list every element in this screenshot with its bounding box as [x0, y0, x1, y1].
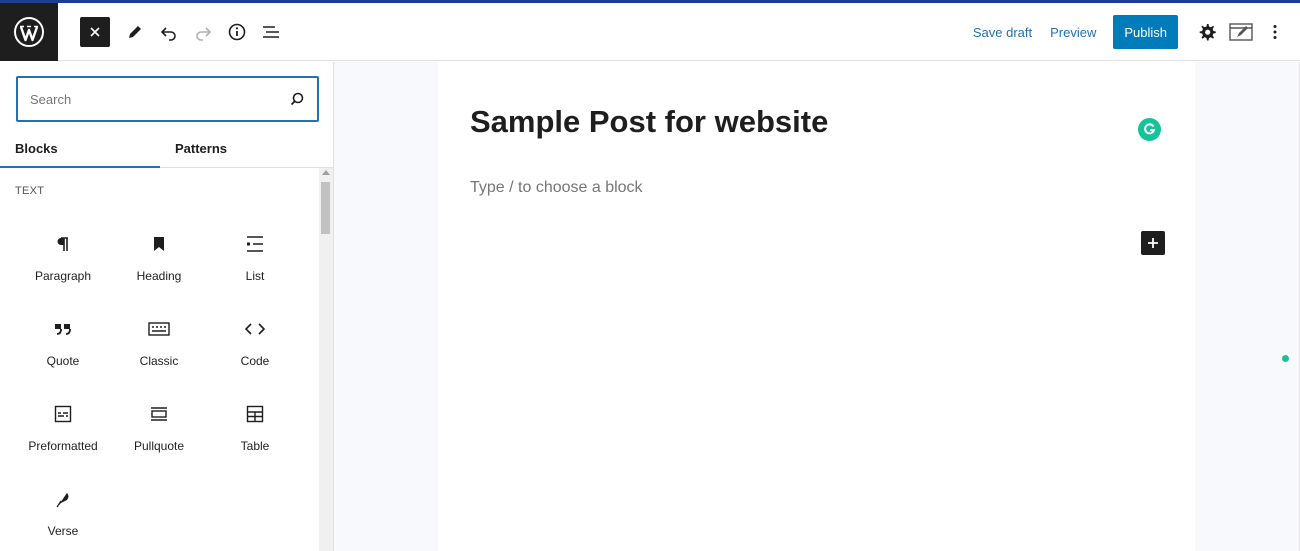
table-icon [243, 402, 267, 426]
add-block-button[interactable] [1141, 231, 1165, 255]
block-label: Preformatted [28, 439, 98, 453]
plus-icon [1148, 238, 1158, 248]
block-label: Verse [47, 524, 79, 538]
tab-blocks[interactable]: Blocks [0, 130, 160, 168]
block-classic[interactable]: Classic [111, 309, 207, 379]
settings-button[interactable] [1190, 15, 1224, 49]
search-icon [290, 92, 304, 106]
code-icon [243, 317, 267, 341]
keyboard-icon [147, 317, 171, 341]
editor-header: Save draft Preview Publish [0, 2, 1300, 61]
info-icon [228, 23, 246, 40]
more-vertical-icon [1273, 25, 1277, 39]
block-heading[interactable]: Heading [111, 224, 207, 294]
preview-button[interactable]: Preview [1041, 25, 1105, 40]
redo-icon [196, 26, 212, 41]
block-pullquote[interactable]: Pullquote [111, 394, 207, 464]
redo-button[interactable] [186, 15, 220, 49]
inserter-tabs: Blocks Patterns [0, 130, 333, 168]
publishpress-button[interactable] [1224, 15, 1258, 49]
scroll-up-arrow-icon[interactable] [322, 170, 330, 175]
block-preformatted[interactable]: Preformatted [15, 394, 111, 464]
block-paragraph[interactable]: Paragraph [15, 224, 111, 294]
options-button[interactable] [1258, 15, 1292, 49]
header-settings: Save draft Preview Publish [964, 3, 1300, 61]
block-label: Quote [46, 354, 80, 368]
list-icon [243, 232, 267, 256]
block-label: Code [240, 354, 270, 368]
edit-screen-icon [1229, 23, 1253, 41]
bookmark-icon [147, 232, 171, 256]
block-verse[interactable]: Verse [15, 479, 111, 549]
block-label: List [245, 269, 265, 283]
block-label: Classic [139, 354, 179, 368]
list-view-icon [263, 25, 279, 38]
publish-button[interactable]: Publish [1113, 15, 1178, 49]
inserter-scrollbar[interactable] [319, 168, 333, 551]
preformatted-icon [51, 402, 75, 426]
block-table[interactable]: Table [207, 394, 303, 464]
feather-icon [51, 487, 75, 511]
block-placeholder[interactable]: Type / to choose a block [470, 179, 643, 197]
block-inserter-panel: Blocks Patterns TEXT Paragraph Heading L… [0, 62, 334, 551]
tab-patterns[interactable]: Patterns [160, 130, 320, 167]
block-label: Heading [136, 269, 182, 283]
section-title-text: TEXT [15, 185, 45, 197]
block-quote[interactable]: Quote [15, 309, 111, 379]
gear-icon [1199, 24, 1216, 41]
list-view-button[interactable] [254, 15, 288, 49]
block-list[interactable]: List [207, 224, 303, 294]
scroll-thumb[interactable] [321, 182, 330, 234]
search-input[interactable] [30, 91, 289, 107]
undo-icon [160, 26, 176, 41]
grammarly-icon[interactable] [1138, 118, 1161, 141]
block-label: Paragraph [34, 269, 92, 283]
block-label: Pullquote [133, 439, 185, 453]
search-box [16, 76, 319, 122]
post-title[interactable]: Sample Post for website [470, 104, 828, 140]
quote-icon [51, 317, 75, 341]
close-inserter-button[interactable] [80, 16, 110, 47]
save-draft-button[interactable]: Save draft [964, 25, 1041, 40]
grammarly-status-dot-icon [1282, 355, 1289, 362]
pullquote-icon [147, 402, 171, 426]
block-code[interactable]: Code [207, 309, 303, 379]
details-button[interactable] [220, 15, 254, 49]
tools-button[interactable] [118, 15, 152, 49]
pencil-icon [129, 25, 141, 38]
close-icon [90, 26, 100, 37]
paragraph-icon [51, 232, 75, 256]
undo-button[interactable] [152, 15, 186, 49]
block-label: Table [240, 439, 270, 453]
wordpress-logo-icon[interactable] [0, 2, 58, 61]
